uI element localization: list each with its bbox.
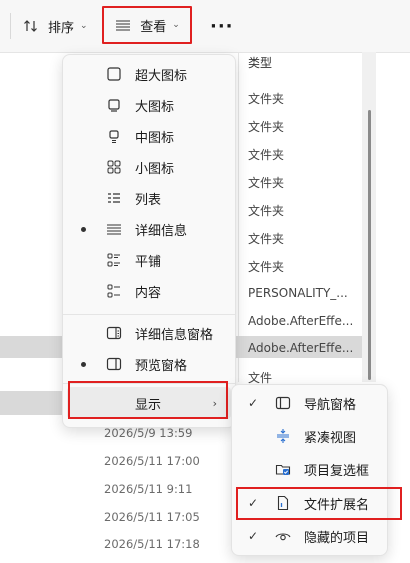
submenu-item-item-checkbox[interactable]: 项目复选框 [236,454,383,484]
file-type-cell: 文件夹 [248,204,285,218]
column-header-type[interactable]: 类型 [248,54,272,71]
menu-item-large-icons[interactable]: 大图标 [67,90,231,120]
selected-bullet-icon [81,226,86,232]
large-icons-icon [105,96,123,114]
submenu-item-label: 项目复选框 [304,463,370,479]
file-date-cell: 2026/5/9 13:59 [104,426,193,440]
file-type-cell: Adobe.AfterEffe... [248,341,354,355]
file-type-cell: 文件夹 [248,176,285,190]
small-icons-icon [105,158,123,176]
menu-item-list[interactable]: 列表 [67,183,231,213]
highlight-show-item [68,381,228,419]
more-options-button[interactable]: ··· [210,12,234,40]
submenu-item-label: 导航窗格 [304,397,357,413]
file-type-cell: 文件夹 [248,148,285,162]
preview-pane-icon [105,355,123,373]
submenu-item-label: 紧凑视图 [304,430,357,446]
menu-item-label: 超大图标 [135,68,188,84]
navigation-pane-icon [274,394,292,412]
medium-icons-icon [105,127,123,145]
file-date-cell: 2026/5/11 17:18 [104,537,200,551]
file-type-cell: 文件夹 [248,92,285,106]
content-icon [105,282,123,300]
toolbar: 排序 ⌄ 查看 ⌄ ··· [0,0,410,53]
menu-item-label: 中图标 [135,130,175,146]
more-icon: ··· [210,15,234,37]
show-submenu: ✓ 导航窗格 紧凑视图 项目复选框 ✓ 文件扩展名 ✓ 隐藏的项目 [231,384,388,556]
highlight-file-extension-item [236,487,402,520]
details-icon [105,220,123,238]
file-type-cell: PERSONALITY_... [248,286,348,300]
tiles-icon [105,251,123,269]
menu-item-label: 大图标 [135,99,175,115]
checkmark-icon: ✓ [248,529,259,543]
view-label: 查看 [140,19,167,35]
menu-item-label: 小图标 [135,161,175,177]
menu-item-tiles[interactable]: 平铺 [67,245,231,275]
menu-item-label: 预览窗格 [135,358,188,374]
extra-large-icons-icon [105,65,123,83]
menu-item-label: 详细信息窗格 [135,327,214,343]
menu-item-label: 详细信息 [135,223,188,239]
file-type-cell: 文件夹 [248,120,285,134]
sort-icon [22,17,40,35]
menu-item-preview-pane[interactable]: 预览窗格 [67,349,231,379]
menu-item-medium-icons[interactable]: 中图标 [67,121,231,151]
hidden-items-icon [274,527,292,545]
item-checkbox-icon [274,460,292,478]
details-pane-icon [105,324,123,342]
view-menu: 超大图标 大图标 中图标 小图标 列表 详细信息 平铺 内容 详细信息窗格 预览… [62,54,236,428]
checkmark-icon: ✓ [248,396,259,410]
menu-item-label: 平铺 [135,254,162,270]
menu-item-label: 内容 [135,285,162,301]
submenu-item-compact-view[interactable]: 紧凑视图 [236,421,383,451]
file-type-cell: Adobe.AfterEffe... [248,314,354,328]
menu-item-small-icons[interactable]: 小图标 [67,152,231,182]
selected-bullet-icon [81,361,86,367]
submenu-item-navigation-pane[interactable]: ✓ 导航窗格 [236,388,383,418]
submenu-item-hidden-items[interactable]: ✓ 隐藏的项目 [236,521,383,551]
file-type-cell: 文件夹 [248,232,285,246]
scrollbar-thumb[interactable] [368,110,371,380]
toolbar-divider [10,13,11,39]
menu-item-extra-large-icons[interactable]: 超大图标 [67,59,231,89]
compact-view-icon [274,427,292,445]
sort-button[interactable]: 排序 ⌄ [22,12,88,40]
submenu-item-label: 隐藏的项目 [304,530,370,546]
chevron-down-icon: ⌄ [172,20,180,30]
file-date-cell: 2026/5/11 17:00 [104,454,200,468]
file-date-cell: 2026/5/11 9:11 [104,482,193,496]
menu-item-label: 列表 [135,192,162,208]
file-type-cell: 文件夹 [248,260,285,274]
view-button[interactable]: 查看 ⌄ [102,6,192,44]
menu-separator [63,314,235,315]
sort-label: 排序 [48,20,75,36]
menu-item-content[interactable]: 内容 [67,276,231,306]
file-date-cell: 2026/5/11 17:05 [104,510,200,524]
column-divider [238,52,239,382]
list-icon [105,189,123,207]
view-icon [114,16,132,34]
menu-item-details-pane[interactable]: 详细信息窗格 [67,318,231,348]
chevron-down-icon: ⌄ [80,21,88,31]
menu-item-details[interactable]: 详细信息 [67,214,231,244]
